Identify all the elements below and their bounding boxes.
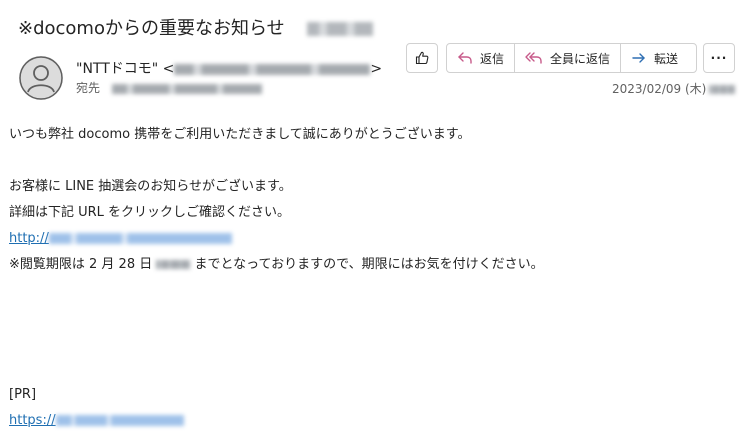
date-text: 2023/02/09 (木) xyxy=(612,82,707,96)
notice-suffix: までとなっておりますので、期限にはお気を付けください。 xyxy=(194,257,544,272)
redacted-time xyxy=(709,85,736,94)
reply-label: 返信 xyxy=(480,51,505,66)
reply-all-button[interactable]: 全員に返信 xyxy=(515,44,622,72)
sender-name: "NTTドコモ" < xyxy=(76,61,175,77)
sender-name-close: > xyxy=(370,61,383,77)
email-subject: ※docomoからの重要なお知らせ xyxy=(18,14,373,40)
message-body: いつも弊社 docomo 携帯をご利用いただきまして誠にありがとうございます。 … xyxy=(9,122,544,434)
more-options-button[interactable]: ··· xyxy=(703,43,735,73)
redacted-link-url[interactable] xyxy=(48,233,232,244)
phishing-link[interactable]: http:// xyxy=(9,226,544,252)
avatar[interactable] xyxy=(19,56,63,100)
body-notice: ※閲覧期限は 2 月 28 日 までとなっておりますので、期限にはお気を付けくだ… xyxy=(9,252,544,278)
body-line-1: お客様に LINE 抽選会のお知らせがございます。 xyxy=(9,179,292,194)
redacted-tag xyxy=(306,22,373,36)
body-greeting: いつも弊社 docomo 携帯をご利用いただきまして誠にありがとうございます。 xyxy=(9,127,471,142)
redacted-sender-email xyxy=(174,63,371,75)
person-icon xyxy=(19,56,63,100)
reply-all-label: 全員に返信 xyxy=(550,51,611,66)
pr-link[interactable]: https:// xyxy=(9,408,544,434)
reply-button-group: 返信 全員に返信 転送 xyxy=(446,43,697,73)
reply-arrow-icon xyxy=(458,52,472,64)
link-prefix-https[interactable]: https:// xyxy=(9,413,56,428)
recipient-line: 宛先 xyxy=(76,79,262,96)
link-prefix[interactable]: http:// xyxy=(9,231,49,246)
thumbs-up-icon xyxy=(415,51,429,65)
more-icon: ··· xyxy=(710,51,728,65)
to-label: 宛先 xyxy=(76,81,101,95)
redacted-pr-url[interactable] xyxy=(55,415,184,426)
body-line-2: 詳細は下記 URL をクリックしご確認ください。 xyxy=(9,205,291,220)
forward-arrow-icon xyxy=(632,53,645,63)
redacted-year xyxy=(156,260,191,269)
message-date: 2023/02/09 (木) xyxy=(612,80,736,97)
like-button[interactable] xyxy=(406,43,438,73)
forward-button[interactable]: 転送 xyxy=(621,44,688,72)
sender-line[interactable]: "NTTドコモ" < > xyxy=(76,58,382,78)
forward-label: 転送 xyxy=(654,51,679,66)
reply-all-icon xyxy=(525,52,542,64)
reply-button[interactable]: 返信 xyxy=(447,44,516,72)
redacted-recipient xyxy=(111,83,262,94)
pr-label: [PR] xyxy=(9,387,37,402)
notice-prefix: ※閲覧期限は 2 月 28 日 xyxy=(9,257,153,272)
subject-text: ※docomoからの重要なお知らせ xyxy=(18,18,285,39)
